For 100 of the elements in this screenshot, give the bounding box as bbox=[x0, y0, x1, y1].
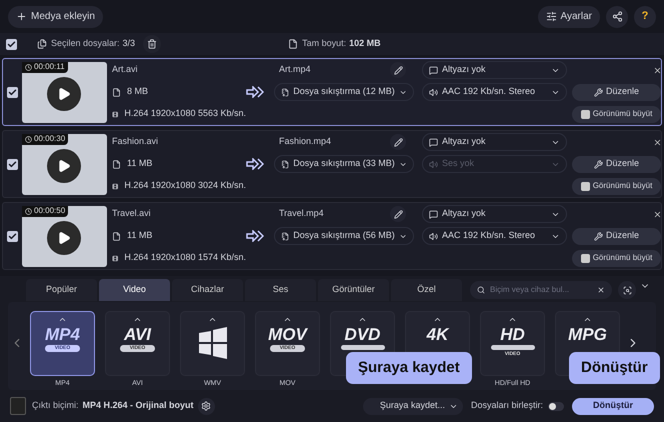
archive-icon bbox=[281, 232, 290, 240]
file-row[interactable]: 00:00:11 Art.avi Art.mp4 Altyazı yok 8 MB Dosya sıkıştırma (12 MB) AAC 192 Kb/sn. Stereo Düzenle H.264 1920x1080 5563 Kb/sn. Görünümü büyüt bbox=[2, 58, 662, 126]
archive-icon bbox=[281, 88, 290, 96]
merge-toggle[interactable] bbox=[548, 402, 564, 410]
delete-button[interactable] bbox=[143, 35, 162, 53]
checkbox[interactable] bbox=[7, 158, 18, 170]
dropdown[interactable]: Dosya sıkıştırma (56 MB) bbox=[274, 227, 414, 245]
speaker-icon bbox=[429, 160, 438, 168]
search-field[interactable]: Biçim veya cihaz bul... bbox=[489, 284, 593, 296]
wrench-icon bbox=[594, 160, 603, 168]
upscale-button[interactable]: Görünümü büyüt bbox=[572, 178, 661, 194]
format-card[interactable] bbox=[180, 311, 245, 376]
duration-badge: 00:00:11 bbox=[22, 62, 68, 72]
file-icon bbox=[112, 160, 121, 168]
trash-icon bbox=[147, 39, 158, 49]
format-file-icon bbox=[10, 397, 26, 415]
convert-arrow-icon bbox=[246, 86, 264, 98]
preview-icon bbox=[622, 286, 632, 294]
chevron-up-icon bbox=[58, 315, 67, 324]
close-icon[interactable] bbox=[653, 138, 662, 146]
dropdown[interactable]: Altyazı yok bbox=[422, 133, 567, 151]
rename-button[interactable] bbox=[390, 62, 406, 78]
upscale-button[interactable]: Görünümü büyüt bbox=[572, 106, 661, 122]
file-name: Fashion.avi bbox=[112, 135, 160, 148]
merge-files-label: Dosyaları birleştir: bbox=[470, 399, 543, 412]
output-settings-button[interactable] bbox=[198, 398, 215, 414]
format-tab[interactable]: Cihazlar bbox=[172, 279, 243, 301]
play-icon bbox=[57, 230, 71, 244]
format-preview-button[interactable] bbox=[618, 281, 636, 299]
chevron-up-icon bbox=[133, 315, 142, 324]
format-tab[interactable]: Ses bbox=[245, 279, 316, 301]
play-icon bbox=[57, 158, 71, 172]
codec-info: H.264 1920x1080 5563 Kb/sn. bbox=[124, 107, 246, 120]
file-name: Travel.avi bbox=[112, 207, 152, 220]
dropdown[interactable]: Altyazı yok bbox=[422, 61, 567, 79]
chevron-up-icon bbox=[283, 315, 292, 324]
file-row[interactable]: 00:00:50 Travel.avi Travel.mp4 Altyazı yok 11 MB Dosya sıkıştırma (56 MB) AAC 192 Kb/sn. Stereo Düzenle H.264 1920x1080 1574 Kb/sn. Görünümü büyüt bbox=[2, 202, 662, 270]
total-size-label: Tam boyut: bbox=[302, 37, 346, 50]
play-button[interactable] bbox=[47, 148, 81, 182]
save-location-dropdown[interactable]: Şuraya kaydet... bbox=[362, 398, 463, 414]
codec-info: H.264 1920x1080 1574 Kb/sn. bbox=[124, 251, 246, 264]
close-icon[interactable] bbox=[653, 66, 662, 74]
file-icon bbox=[112, 88, 121, 96]
play-icon bbox=[57, 86, 71, 100]
chevron-up-icon bbox=[208, 315, 217, 324]
convert-button[interactable]: Dönüştür bbox=[572, 398, 654, 414]
search-bar[interactable]: Biçim veya cihaz bul... bbox=[470, 281, 612, 299]
checkbox[interactable] bbox=[7, 230, 18, 242]
play-button[interactable] bbox=[47, 76, 81, 110]
wrench-icon bbox=[594, 88, 603, 96]
edit-button[interactable]: Düzenle bbox=[572, 156, 661, 172]
settings-icon bbox=[201, 401, 212, 411]
film-icon bbox=[112, 254, 118, 262]
archive-icon bbox=[281, 160, 290, 168]
pencil-icon bbox=[394, 210, 402, 218]
selected-files-label: Seçilen dosyalar: bbox=[51, 37, 120, 50]
upscale-button[interactable]: Görünümü büyüt bbox=[572, 250, 661, 266]
selected-files-count: 3/3 bbox=[122, 37, 136, 50]
dropdown[interactable]: AAC 192 Kb/sn. Stereo bbox=[422, 227, 567, 245]
checkbox[interactable] bbox=[7, 86, 18, 98]
add-media-button[interactable]: Medya ekleyin bbox=[8, 6, 103, 28]
output-format-value: MP4 H.264 - Orijinal boyut bbox=[82, 399, 194, 412]
share-button[interactable] bbox=[606, 6, 628, 28]
rename-button[interactable] bbox=[390, 134, 406, 150]
edit-button[interactable]: Düzenle bbox=[572, 228, 661, 244]
format-tab[interactable]: Popüler bbox=[26, 279, 97, 301]
format-tab[interactable]: Görüntüler bbox=[318, 279, 389, 301]
output-file-name: Travel.mp4 bbox=[279, 207, 325, 220]
rename-button[interactable] bbox=[390, 206, 406, 222]
play-button[interactable] bbox=[47, 220, 81, 254]
close-icon[interactable] bbox=[653, 210, 662, 218]
speech-bubble-icon bbox=[429, 138, 438, 146]
checkbox[interactable] bbox=[6, 38, 17, 50]
clear-icon[interactable] bbox=[597, 286, 605, 294]
convert-arrow-icon bbox=[246, 230, 264, 242]
tooltip: Dönüştür bbox=[569, 352, 660, 384]
output-file-name: Fashion.mp4 bbox=[279, 135, 332, 148]
dropdown[interactable]: AAC 192 Kb/sn. Stereo bbox=[422, 83, 567, 101]
format-tab[interactable]: Özel bbox=[391, 279, 462, 301]
settings-button[interactable]: Ayarlar bbox=[538, 6, 600, 28]
film-icon bbox=[112, 110, 118, 118]
dropdown[interactable]: Dosya sıkıştırma (33 MB) bbox=[274, 155, 414, 173]
speech-bubble-icon bbox=[429, 66, 438, 74]
format-logo: DVD bbox=[340, 326, 384, 350]
format-logo: MPG bbox=[568, 326, 607, 344]
plus-icon bbox=[16, 11, 27, 22]
edit-button[interactable]: Düzenle bbox=[572, 84, 661, 100]
chevron-up-icon bbox=[508, 315, 517, 324]
file-row[interactable]: 00:00:30 Fashion.avi Fashion.mp4 Altyazı yok 11 MB Dosya sıkıştırma (33 MB) Ses yok Düzenle H.264 1920x1080 3024 Kb/sn. Görünümü büyüt bbox=[2, 130, 662, 198]
chevron-up-icon bbox=[583, 315, 592, 324]
share-icon bbox=[612, 11, 622, 22]
help-button[interactable]: ? bbox=[634, 6, 656, 28]
file-size: 8 MB bbox=[127, 85, 148, 98]
format-logo: 4K bbox=[426, 326, 448, 344]
duration-badge: 00:00:50 bbox=[22, 206, 68, 216]
dropdown[interactable]: Altyazı yok bbox=[422, 205, 567, 223]
search-icon bbox=[477, 286, 485, 294]
file-icon bbox=[112, 232, 121, 240]
dropdown[interactable]: Dosya sıkıştırma (12 MB) bbox=[274, 83, 414, 101]
format-tab[interactable]: Video bbox=[99, 279, 170, 301]
